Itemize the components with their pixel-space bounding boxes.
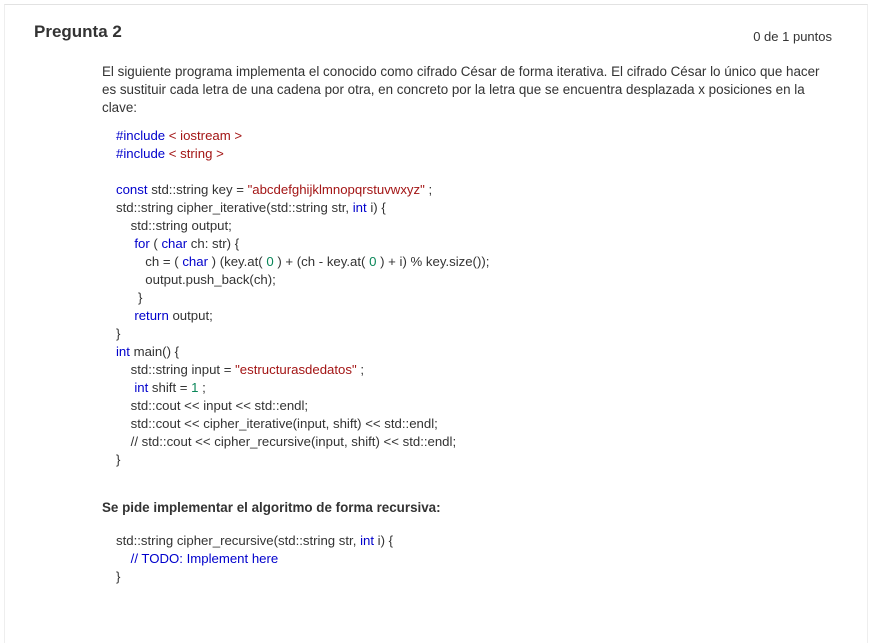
code-number: 0 xyxy=(266,254,274,269)
code-keyword: const xyxy=(116,182,148,197)
code-text: ) (key.at( xyxy=(207,254,267,269)
code-line: output.push_back(ch); xyxy=(116,272,276,287)
code-string: "estructurasdedatos" xyxy=(235,362,357,377)
code-line: std::string cipher_iterative(std::string… xyxy=(116,199,837,217)
code-text: std::string cipher_iterative(std::string… xyxy=(116,200,353,215)
code-line: int main() { xyxy=(116,343,837,361)
code-line: } xyxy=(116,569,121,584)
code-block-recursive: std::string cipher_recursive(std::string… xyxy=(116,532,393,586)
code-line: std::cout << cipher_iterative(input, shi… xyxy=(116,416,438,431)
code-line: } xyxy=(116,326,121,341)
question-subtitle: Se pide implementar el algoritmo de form… xyxy=(102,500,441,515)
code-keyword: #include xyxy=(116,128,166,143)
code-text: i) { xyxy=(366,200,386,215)
code-line: #include < iostream > xyxy=(116,127,837,145)
code-line: std::string output; xyxy=(116,218,232,233)
code-line: } xyxy=(116,452,121,467)
code-keyword: char xyxy=(161,236,188,251)
code-text: ) + i) % key.size()); xyxy=(376,254,490,269)
question-content: El siguiente programa implementa el cono… xyxy=(102,63,837,469)
code-text: i) { xyxy=(374,533,394,548)
code-text: ) + (ch - key.at( xyxy=(273,254,370,269)
code-string: < iostream > xyxy=(168,128,243,143)
question-title: Pregunta 2 xyxy=(34,22,122,41)
code-text: std::string cipher_recursive(std::string… xyxy=(116,533,361,548)
code-keyword: return xyxy=(134,308,169,323)
code-keyword: int xyxy=(116,344,130,359)
code-line: return output; xyxy=(116,307,837,325)
code-comment: // TODO: Implement here xyxy=(130,551,279,566)
code-text: std::string key = xyxy=(147,182,248,197)
code-line: for ( char ch: str) { xyxy=(116,235,837,253)
code-text: ; xyxy=(356,362,364,377)
question-intro: El siguiente programa implementa el cono… xyxy=(102,64,820,115)
code-keyword: for xyxy=(134,236,150,251)
code-keyword: int xyxy=(134,380,149,395)
code-string: "abcdefghijklmnopqrstuvwxyz" xyxy=(247,182,425,197)
code-text: ch = ( xyxy=(116,254,183,269)
code-string: < string > xyxy=(168,146,224,161)
code-line: // TODO: Implement here xyxy=(116,550,393,568)
code-keyword: int xyxy=(360,533,374,548)
code-line: #include < string > xyxy=(116,145,837,163)
code-text: ch: str) { xyxy=(187,236,240,251)
code-line: std::string input = "estructurasdedatos"… xyxy=(116,361,837,379)
code-text: output; xyxy=(168,308,213,323)
code-number: 1 xyxy=(191,380,199,395)
code-line: const std::string key = "abcdefghijklmno… xyxy=(116,181,837,199)
code-line: std::string cipher_recursive(std::string… xyxy=(116,532,393,550)
question-points: 0 de 1 puntos xyxy=(753,29,832,44)
code-text: ( xyxy=(149,236,162,251)
code-text: ; xyxy=(424,182,433,197)
code-text: std::string input = xyxy=(116,362,236,377)
code-keyword: char xyxy=(182,254,208,269)
code-line: } xyxy=(116,290,143,305)
code-text: main() { xyxy=(129,344,180,359)
code-line: ch = ( char ) (key.at( 0 ) + (ch - key.a… xyxy=(116,253,837,271)
code-keyword: int xyxy=(352,200,367,215)
code-keyword: #include xyxy=(116,146,166,161)
code-line: // std::cout << cipher_recursive(input, … xyxy=(116,434,457,449)
code-text: shift = xyxy=(148,380,192,395)
code-text: ; xyxy=(198,380,206,395)
code-line: std::cout << input << std::endl; xyxy=(116,398,309,413)
code-line: int shift = 1 ; xyxy=(116,379,837,397)
code-block: #include < iostream > #include < string … xyxy=(116,127,837,469)
